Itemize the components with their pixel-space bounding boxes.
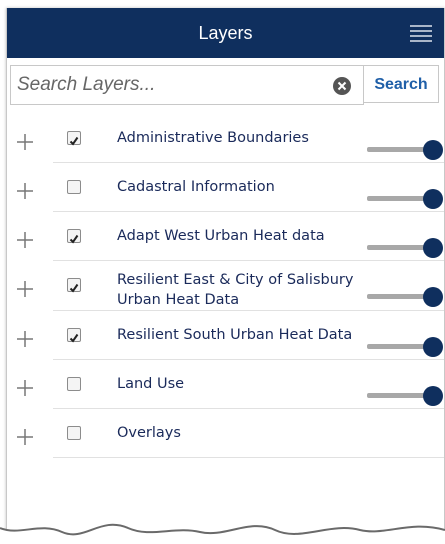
search-box [10,65,364,105]
layer-label: Administrative Boundaries [117,130,309,146]
layer-checkbox[interactable] [67,377,81,391]
opacity-slider[interactable] [367,386,444,410]
layer-checkbox[interactable] [67,328,81,343]
layer-label: Land Use [117,376,185,392]
layer-row: Adapt West Urban Heat data [7,216,444,265]
clear-search-icon[interactable] [332,76,352,96]
layer-row: Overlays [7,413,444,462]
layer-row: Land Use [7,364,444,413]
panel-title: Layers [198,23,253,43]
layer-label: Resilient East & City of Salisbury Urban… [117,272,354,308]
opacity-slider[interactable] [367,287,444,311]
row-divider [53,457,444,458]
row-divider [53,408,444,409]
slider-thumb[interactable] [423,337,443,357]
expand-plus-icon[interactable] [17,134,33,150]
hamburger-menu-icon[interactable] [410,24,432,42]
row-divider [53,162,444,163]
row-divider [53,211,444,212]
expand-plus-icon[interactable] [17,429,33,445]
expand-plus-icon[interactable] [17,380,33,396]
expand-plus-icon[interactable] [17,281,33,297]
opacity-slider[interactable] [367,140,444,164]
slider-thumb[interactable] [423,386,443,406]
layer-label: Cadastral Information [117,179,275,195]
slider-thumb[interactable] [423,287,443,307]
slider-thumb[interactable] [423,238,443,258]
layer-checkbox[interactable] [67,278,81,293]
layer-checkbox[interactable] [67,426,81,440]
layer-row: Resilient South Urban Heat Data [7,315,444,364]
slider-track [367,245,431,250]
slider-thumb[interactable] [423,140,443,160]
expand-plus-icon[interactable] [17,183,33,199]
opacity-slider[interactable] [367,189,444,213]
search-button[interactable]: Search [363,65,439,103]
opacity-slider[interactable] [367,337,444,361]
slider-track [367,196,431,201]
torn-paper-edge [0,523,445,544]
layer-label: Adapt West Urban Heat data [117,228,325,244]
layers-header: Layers [7,8,444,58]
layer-checkbox[interactable] [67,229,81,244]
expand-plus-icon[interactable] [17,331,33,347]
layer-label: Resilient South Urban Heat Data [117,327,353,343]
row-divider [53,260,444,261]
layers-panel: Layers Search Layers... Search Administr… [6,8,445,544]
slider-track [367,294,431,299]
layer-checkbox[interactable] [67,131,81,146]
slider-track [367,147,431,152]
slider-thumb[interactable] [423,189,443,209]
row-divider [53,310,444,311]
expand-plus-icon[interactable] [17,232,33,248]
layer-row: Cadastral Information [7,167,444,216]
search-bar: Search [10,65,440,105]
opacity-slider[interactable] [367,238,444,262]
layer-row: Resilient East & City of Salisbury Urban… [7,265,444,314]
slider-track [367,393,431,398]
search-input[interactable] [17,70,317,100]
slider-track [367,344,431,349]
layer-checkbox[interactable] [67,180,81,194]
layer-row: Administrative Boundaries [7,118,444,167]
layer-label: Overlays [117,425,181,441]
row-divider [53,359,444,360]
